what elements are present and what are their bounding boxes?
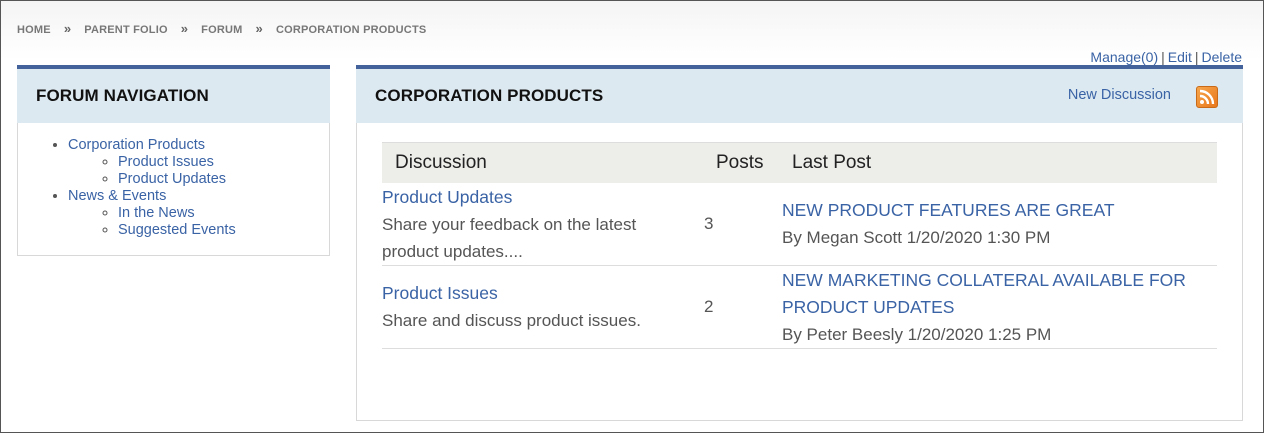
nav-group: News & Events In the News Suggested Even… (68, 188, 329, 239)
page-title: CORPORATION PRODUCTS (375, 86, 604, 105)
column-header-posts: Posts (704, 142, 782, 183)
nav-subitem: In the News (118, 205, 329, 222)
discussion-panel: CORPORATION PRODUCTS New Discussion Disc… (356, 65, 1243, 421)
breadcrumb-home[interactable]: HOME (17, 24, 51, 36)
discussion-title-link[interactable]: Product Updates (382, 187, 512, 207)
discussion-description: Share your feedback on the latest produc… (382, 214, 637, 261)
nav-item-suggested-events[interactable]: Suggested Events (118, 222, 236, 238)
column-header-discussion: Discussion (382, 142, 704, 183)
discussion-cell: Product Updates Share your feedback on t… (382, 183, 704, 266)
nav-item-corporation-products[interactable]: Corporation Products (68, 137, 205, 153)
posts-count: 2 (704, 265, 782, 349)
posts-count: 3 (704, 183, 782, 266)
last-post-cell: NEW MARKETING COLLATERAL AVAILABLE FOR P… (782, 265, 1217, 349)
column-header-last-post: Last Post (782, 142, 1217, 183)
manage-link[interactable]: Manage(0) (1090, 49, 1158, 65)
breadcrumb-parent-folio[interactable]: PARENT FOLIO (84, 24, 167, 36)
discussion-title-link[interactable]: Product Issues (382, 283, 498, 303)
discussion-panel-header: CORPORATION PRODUCTS New Discussion (356, 65, 1243, 123)
forum-navigation-header: FORUM NAVIGATION (17, 65, 330, 123)
breadcrumb-current: CORPORATION PRODUCTS (275, 24, 427, 36)
nav-sublist: Product Issues Product Updates (68, 154, 329, 188)
discussion-cell: Product Issues Share and discuss product… (382, 265, 704, 349)
last-post-link[interactable]: NEW MARKETING COLLATERAL AVAILABLE FOR P… (782, 270, 1186, 317)
nav-item-product-issues[interactable]: Product Issues (118, 154, 214, 170)
discussion-description: Share and discuss product issues. (382, 311, 641, 330)
last-post-link[interactable]: NEW PRODUCT FEATURES ARE GREAT (782, 200, 1115, 220)
edit-link[interactable]: Edit (1168, 49, 1192, 65)
link-divider: | (1161, 49, 1165, 65)
breadcrumb-forum[interactable]: FORUM (201, 24, 242, 36)
forum-nav-tree: Corporation Products Product Issues Prod… (18, 137, 329, 239)
link-divider: | (1194, 49, 1199, 65)
column-header-label: Discussion (395, 152, 487, 173)
last-post-meta: By Megan Scott 1/20/2020 1:30 PM (782, 228, 1051, 247)
last-post-meta: By Peter Beesly 1/20/2020 1:25 PM (782, 324, 1052, 344)
table-header-row: Discussion Posts Last Post (382, 142, 1217, 183)
breadcrumb-separator: » (180, 21, 189, 36)
nav-sublist: In the News Suggested Events (68, 205, 329, 239)
breadcrumb-separator: » (255, 21, 263, 36)
breadcrumb: HOME » PARENT FOLIO » FORUM » CORPORATION PROD… (17, 21, 426, 36)
column-header-label: Posts (716, 152, 764, 173)
nav-subitem: Product Issues (118, 154, 329, 171)
nav-item-in-the-news[interactable]: In the News (118, 205, 195, 221)
column-header-label: Last Post (792, 152, 872, 173)
new-discussion-link[interactable]: New Discussion (1068, 87, 1171, 103)
table-row: Product Issues Share and discuss product… (382, 265, 1217, 349)
manage-links: Manage(0) | Edit | Delete (1090, 49, 1242, 65)
nav-subitem: Product Updates (118, 171, 329, 188)
breadcrumb-separator: » (63, 21, 72, 36)
nav-group: Corporation Products Product Issues Prod… (68, 137, 329, 188)
forum-navigation-title: FORUM NAVIGATION (36, 86, 209, 105)
last-post-cell: NEW PRODUCT FEATURES ARE GREAT By Megan … (782, 183, 1217, 266)
nav-item-product-updates[interactable]: Product Updates (118, 171, 226, 187)
nav-item-news-events[interactable]: News & Events (68, 188, 166, 204)
rss-feed-icon[interactable] (1196, 86, 1218, 108)
table-row: Product Updates Share your feedback on t… (382, 183, 1217, 266)
nav-subitem: Suggested Events (118, 222, 329, 239)
forum-navigation-panel: FORUM NAVIGATION Corporation Products Pr… (17, 65, 330, 256)
delete-link[interactable]: Delete (1202, 49, 1242, 65)
discussion-table: Discussion Posts Last Post Product Updat… (382, 142, 1217, 349)
